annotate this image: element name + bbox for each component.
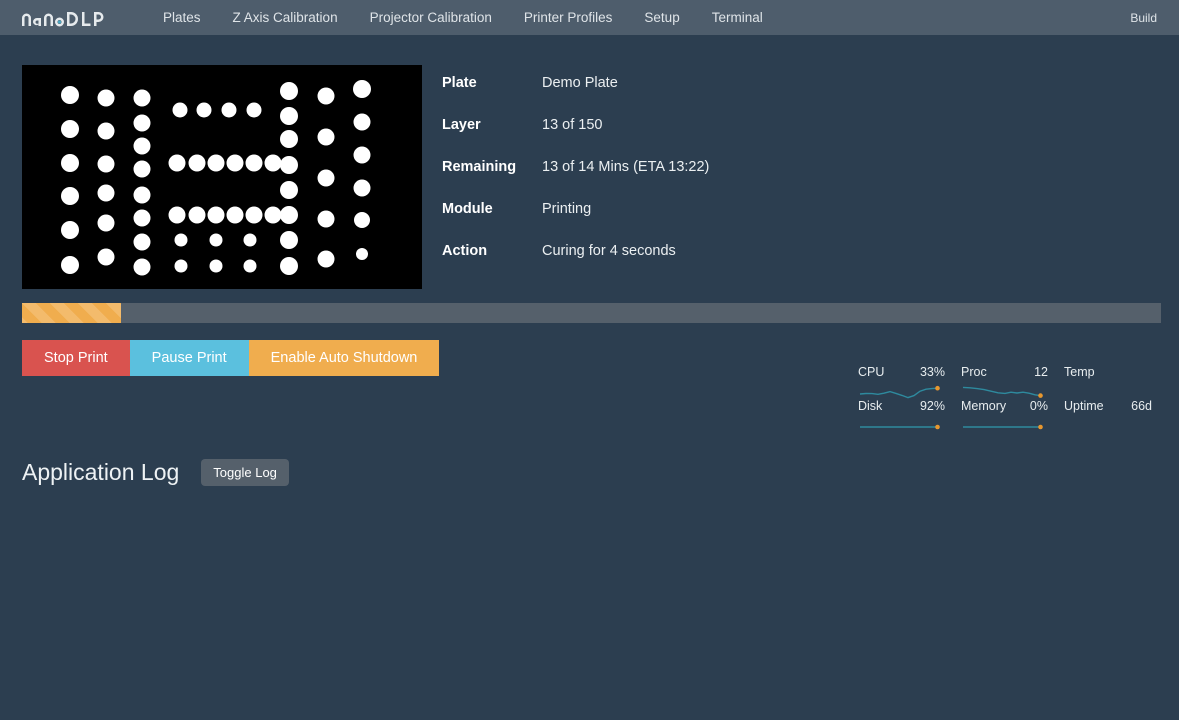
info-row-remaining: Remaining 13 of 14 Mins (ETA 13:22) [442,159,1179,201]
nav-item-terminal[interactable]: Terminal [696,0,779,35]
info-value-plate: Demo Plate [542,75,618,91]
stat-temp: Temp [1064,365,1168,399]
stat-disk-sparkline [858,419,961,435]
stat-memory: Memory 0% [961,399,1064,433]
nav-item-build[interactable]: Build [1124,11,1163,25]
info-row-plate: Plate Demo Plate [442,75,1179,117]
slice-preview-dots [61,80,371,276]
page-body: Plate Demo Plate Layer 13 of 150 Remaini… [0,35,1179,486]
nav-item-z-axis-calibration[interactable]: Z Axis Calibration [217,0,354,35]
slice-preview[interactable] [22,65,422,289]
print-progress-bar [22,303,1161,323]
stat-memory-value: 0% [1029,399,1048,413]
info-row-module: Module Printing [442,201,1179,243]
application-log-title: Application Log [22,459,180,485]
stat-cpu: CPU 33% [858,365,961,399]
top-navbar: Plates Z Axis Calibration Projector Cali… [0,0,1179,35]
stat-uptime-value: 66d [1131,399,1152,413]
nav-item-projector-calibration[interactable]: Projector Calibration [354,0,508,35]
stat-temp-label: Temp [1064,365,1095,379]
pause-print-button[interactable]: Pause Print [129,340,249,376]
info-row-layer: Layer 13 of 150 [442,117,1179,159]
info-label-action: Action [442,243,488,259]
stat-uptime: Uptime 66d [1064,399,1168,433]
info-label-module: Module [442,201,493,217]
print-info-table: Plate Demo Plate Layer 13 of 150 Remaini… [442,65,1179,285]
info-label-plate: Plate [442,75,477,91]
stat-disk-label: Disk [858,399,883,413]
brand-logo[interactable] [21,0,123,35]
nav-right-group: Build [1124,0,1163,35]
enable-auto-shutdown-button[interactable]: Enable Auto Shutdown [248,340,440,376]
stat-cpu-label: CPU [858,365,885,379]
stat-uptime-label: Uptime [1064,399,1104,413]
status-row: Plate Demo Plate Layer 13 of 150 Remaini… [0,35,1179,289]
nanodlp-logo-icon [22,11,104,26]
stat-proc-label: Proc [961,365,987,379]
stat-disk-value: 92% [919,399,945,413]
info-label-layer: Layer [442,117,481,133]
info-value-layer: 13 of 150 [542,117,603,133]
application-log-header: Application Log Toggle Log [22,455,289,489]
nav-item-setup[interactable]: Setup [628,0,695,35]
print-progress-fill [22,303,122,323]
stat-disk: Disk 92% [858,399,961,433]
application-log-body [22,500,1161,720]
stat-proc-value: 12 [1034,365,1048,379]
info-row-action: Action Curing for 4 seconds [442,243,1179,285]
info-value-action: Curing for 4 seconds [542,243,676,259]
nav-links: Plates Z Axis Calibration Projector Cali… [147,0,779,35]
nav-item-printer-profiles[interactable]: Printer Profiles [508,0,629,35]
stop-print-button[interactable]: Stop Print [22,340,130,376]
system-stats: CPU 33% Proc 12 Temp Disk 92% Memory 0% … [858,365,1168,433]
toggle-log-button[interactable]: Toggle Log [201,458,289,486]
stat-memory-sparkline [961,419,1064,435]
stat-proc: Proc 12 [961,365,1064,399]
stat-uptime-sparkline [1064,419,1168,435]
nav-item-plates[interactable]: Plates [147,0,217,35]
logo-dot [57,19,62,24]
stat-memory-label: Memory [961,399,1007,413]
info-label-remaining: Remaining [442,159,517,175]
info-value-remaining: 13 of 14 Mins (ETA 13:22) [542,159,710,175]
info-value-module: Printing [542,201,592,217]
stat-cpu-value: 33% [919,365,945,379]
